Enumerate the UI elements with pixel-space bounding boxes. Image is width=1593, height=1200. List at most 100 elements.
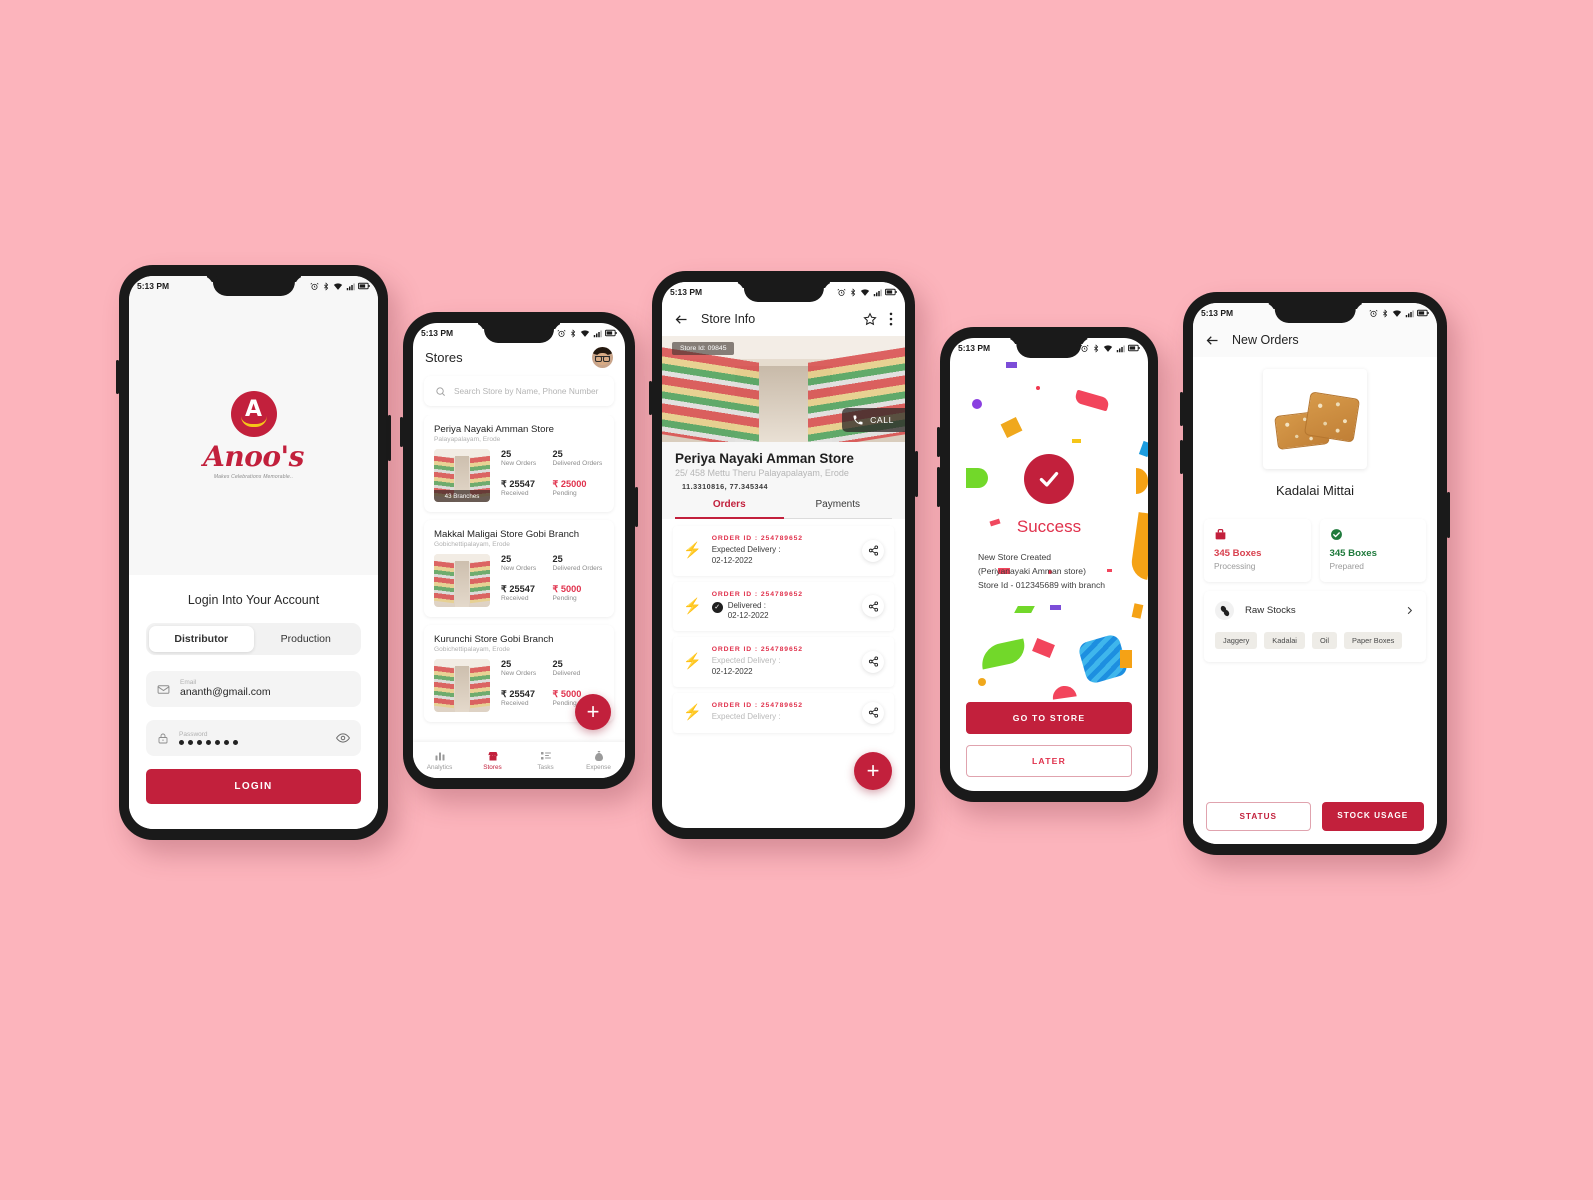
tab-label: Expense (586, 764, 611, 771)
footer-actions: STATUS STOCK USAGE (1193, 791, 1437, 844)
store-info-screen: 5:13 PM Store Info Store Id: 09845 CALL … (662, 282, 905, 828)
order-status: Expected Delivery : (711, 712, 781, 722)
email-value: ananth@gmail.com (180, 686, 271, 699)
call-button[interactable]: CALL (842, 408, 905, 432)
store-coordinates: 11.3310816, 77.345344 (682, 482, 769, 491)
search-input[interactable]: Search Store by Name, Phone Number (424, 376, 614, 406)
segment-production[interactable]: Production (254, 626, 359, 652)
order-row[interactable]: ⚡ ORDER ID : 254789652 Expected Delivery… (673, 526, 894, 576)
new-orders-value: 25 (501, 659, 512, 669)
back-arrow-icon[interactable] (674, 312, 689, 327)
role-segmented-control[interactable]: Distributor Production (146, 623, 361, 656)
bluetooth-icon (851, 287, 856, 297)
order-id: ORDER ID : 254789652 (711, 535, 803, 542)
avatar[interactable] (592, 347, 613, 368)
chip-kadalai[interactable]: Kadalai (1264, 632, 1305, 649)
app-bar: New Orders (1193, 323, 1437, 357)
signal-icon (1405, 310, 1414, 317)
store-icon (466, 749, 519, 762)
password-field[interactable]: Password (146, 720, 361, 757)
share-icon (868, 707, 878, 718)
status-time: 5:13 PM (421, 328, 454, 338)
later-button[interactable]: LATER (966, 745, 1132, 777)
star-outline-icon[interactable] (863, 312, 877, 326)
chip-paper-boxes[interactable]: Paper Boxes (1344, 632, 1403, 649)
add-store-fab[interactable]: + (575, 694, 611, 730)
order-status: Expected Delivery : (711, 656, 781, 666)
signal-icon (346, 283, 355, 290)
order-row[interactable]: ⚡ ORDER ID : 254789652 ✓ Delivered : 02-… (673, 581, 894, 632)
logo-smile-icon (240, 416, 267, 428)
share-button[interactable] (862, 539, 884, 562)
stat-prepared[interactable]: 345 Boxes Prepared (1319, 519, 1426, 582)
order-id: ORDER ID : 254789652 (711, 590, 803, 598)
share-icon (868, 601, 878, 612)
share-icon (868, 545, 878, 556)
tab-tasks[interactable]: Tasks (519, 749, 572, 771)
tab-label: Tasks (537, 764, 554, 771)
pending-value: ₹ 25000 (552, 479, 587, 489)
login-button[interactable]: LOGIN (146, 769, 361, 805)
go-to-store-button[interactable]: GO TO STORE (966, 702, 1132, 734)
share-button[interactable] (862, 701, 884, 724)
share-button[interactable] (862, 650, 884, 673)
message-line-2: (Periyanayaki Amman store) (978, 565, 1086, 576)
chip-oil[interactable]: Oil (1311, 632, 1337, 649)
phone-store-info: 5:13 PM Store Info Store Id: 09845 CALL … (649, 271, 918, 839)
store-name: Kurunchi Store Gobi Branch (434, 634, 554, 645)
segment-distributor[interactable]: Distributor (149, 626, 254, 653)
peanut-icon (1215, 601, 1234, 620)
phone-icon (853, 415, 863, 425)
share-button[interactable] (862, 595, 884, 618)
order-row[interactable]: ⚡ ORDER ID : 254789652 Expected Delivery… (673, 692, 894, 733)
check-circle-icon (1024, 453, 1074, 504)
phone-stores: 5:13 PM Stores Search Store by Name, Pho… (400, 312, 638, 789)
new-orders-label: New Orders (501, 670, 537, 678)
list-item[interactable]: Makkal Maligai Store Gobi Branch Gobiche… (424, 520, 614, 617)
more-vertical-icon[interactable] (889, 312, 893, 326)
power-button (388, 415, 391, 461)
lock-icon (157, 732, 169, 745)
store-tabs[interactable]: Orders Payments (675, 499, 892, 519)
list-item[interactable]: Periya Nayaki Amman Store Palayapalayam,… (424, 415, 614, 512)
status-icons (557, 328, 617, 338)
bolt-icon: ⚡ (683, 653, 702, 671)
power-button (1447, 492, 1450, 538)
add-order-fab[interactable]: + (854, 752, 892, 790)
received-value: ₹ 25547 (501, 479, 535, 489)
raw-stocks-header[interactable]: Raw Stocks (1215, 601, 1415, 620)
product-section: Kadalai Mittai (1193, 357, 1437, 510)
raw-stocks-card[interactable]: Raw Stocks Jaggery Kadalai Oil Paper Box… (1204, 591, 1426, 662)
status-time: 5:13 PM (137, 281, 170, 291)
store-address: 25/ 458 Mettu Theru Palayapalayam, Erode (675, 468, 849, 478)
tab-stores[interactable]: Stores (466, 749, 519, 771)
chip-jaggery[interactable]: Jaggery (1215, 632, 1258, 649)
tab-analytics[interactable]: Analytics (413, 749, 466, 771)
password-value (179, 740, 326, 746)
tab-orders[interactable]: Orders (675, 499, 784, 519)
tab-label: Stores (483, 764, 502, 771)
store-list[interactable]: Periya Nayaki Amman Store Palayapalayam,… (413, 415, 625, 742)
order-row[interactable]: ⚡ ORDER ID : 254789652 Expected Delivery… (673, 637, 894, 687)
status-button[interactable]: STATUS (1206, 802, 1311, 831)
email-field[interactable]: Email ananth@gmail.com (146, 671, 361, 708)
back-arrow-icon[interactable] (1205, 333, 1220, 348)
product-image (1263, 369, 1367, 469)
battery-icon (1417, 309, 1429, 317)
delivered-orders-value: 25 (552, 449, 563, 459)
stat-processing[interactable]: 345 Boxes Processing (1204, 519, 1311, 582)
store-stats: 25 New Orders 25 Delivered Orders ₹ 25547 R… (501, 449, 604, 502)
success-actions: GO TO STORE LATER (950, 702, 1148, 791)
new-orders-screen: 5:13 PM New Orders Kadalai Mittai 345 Bo… (1193, 303, 1437, 844)
tab-expense[interactable]: Expense (572, 749, 625, 771)
chevron-right-icon[interactable] (1404, 605, 1415, 616)
new-orders-value: 25 (501, 554, 512, 564)
stock-usage-button[interactable]: STOCK USAGE (1321, 802, 1424, 831)
tab-payments[interactable]: Payments (783, 499, 892, 519)
stats-row: 345 Boxes Processing 345 Boxes Prepared (1193, 510, 1437, 582)
eye-icon[interactable] (336, 731, 350, 745)
bottom-navigation[interactable]: Analytics Stores Tasks Expense (413, 742, 625, 778)
order-id: ORDER ID : 254789652 (711, 646, 803, 654)
new-orders-label: New Orders (501, 565, 537, 573)
page-title: Stores (425, 350, 463, 365)
